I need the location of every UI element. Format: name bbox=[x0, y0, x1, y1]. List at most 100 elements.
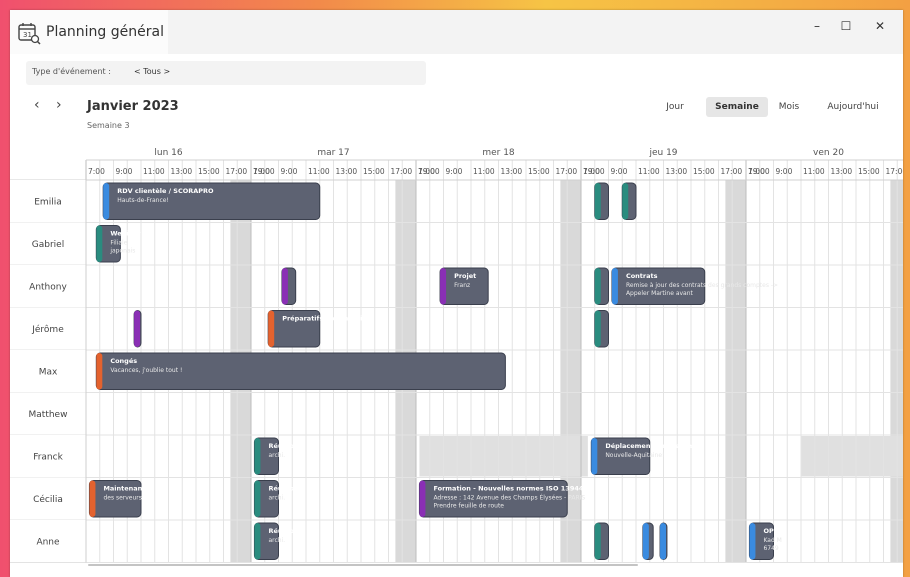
resource-label: Gabriel bbox=[32, 240, 64, 250]
hour-label: 7:00 bbox=[583, 167, 600, 176]
filter-label: Type d'événement : bbox=[32, 67, 111, 76]
hour-label: 7:00 bbox=[418, 167, 435, 176]
horizontal-scrollbar[interactable] bbox=[88, 564, 638, 566]
today-button[interactable]: Aujourd'hui bbox=[822, 97, 884, 117]
event-block[interactable] bbox=[621, 182, 637, 220]
event-block[interactable] bbox=[281, 267, 297, 305]
hour-label: 9:00 bbox=[776, 167, 793, 176]
event-title: RDV clientèle / SCORAPRO bbox=[117, 187, 214, 195]
resource-label: Anne bbox=[36, 537, 60, 547]
resource-label: Matthew bbox=[29, 410, 68, 420]
event-accent bbox=[611, 268, 618, 305]
hour-label: 11:00 bbox=[308, 167, 330, 176]
event-block[interactable]: Préparatifs Webmeeting bbox=[267, 310, 372, 348]
resource-label: Emilia bbox=[34, 197, 61, 207]
event-block[interactable]: Contrats Remise à jour des contrats des g… bbox=[611, 267, 778, 305]
event-accent bbox=[254, 480, 261, 517]
event-accent bbox=[622, 183, 629, 220]
event-accent bbox=[749, 523, 756, 560]
event-block[interactable]: Formation - Nouvelles normes ISO 13944Ad… bbox=[418, 480, 585, 518]
week-label: Semaine 3 bbox=[87, 121, 130, 130]
hour-label: 17:00 bbox=[391, 167, 413, 176]
window-tab[interactable]: 31 Planning général bbox=[10, 10, 168, 54]
event-block[interactable]: Congés Vacances, j'oublie tout ! bbox=[95, 352, 506, 390]
event-detail: Adresse : 142 Avenue des Champs Élysées … bbox=[433, 494, 585, 502]
event-detail: des serveurs bbox=[103, 495, 141, 502]
event-accent bbox=[96, 225, 103, 262]
off-hours-band bbox=[890, 180, 903, 563]
resource-label: Cécilia bbox=[33, 494, 63, 505]
view-month-button[interactable]: Mois bbox=[772, 97, 806, 117]
hour-label: 17:00 bbox=[556, 167, 578, 176]
window-title: Planning général bbox=[46, 24, 164, 40]
scheduler-canvas: lun 16 mar 17 mer 18 jeu 19 ven 20 7:00 9:00 11… bbox=[10, 148, 903, 563]
event-accent bbox=[134, 310, 141, 347]
hour-label: 9:00 bbox=[116, 167, 133, 176]
event-accent bbox=[642, 523, 649, 560]
app-window: 31 Planning général – ☐ ✕ Type d'événeme… bbox=[10, 10, 903, 577]
hour-label: 9:00 bbox=[281, 167, 298, 176]
event-accent bbox=[591, 438, 598, 475]
event-detail: archi. bbox=[268, 495, 285, 502]
next-week-button[interactable]: › bbox=[56, 97, 62, 113]
event-accent bbox=[594, 310, 601, 347]
event-block[interactable] bbox=[594, 522, 609, 560]
event-type-select[interactable]: < Tous > bbox=[130, 64, 174, 80]
hour-label: 15:00 bbox=[858, 167, 880, 176]
day-header-0: lun 16 bbox=[154, 148, 182, 158]
event-block[interactable]: RDV clientèle / SCORAPRO Hauts-de-France! bbox=[102, 182, 321, 220]
event-accent bbox=[96, 353, 103, 390]
calendar-search-icon: 31 bbox=[17, 21, 41, 49]
scheduler-grid: lun 16 mar 17 mer 18 jeu 19 ven 20 7:00 9:00 11… bbox=[10, 140, 903, 577]
event-detail: japonais bbox=[109, 248, 135, 255]
view-week-button[interactable]: Semaine bbox=[706, 97, 768, 117]
hour-label: 11:00 bbox=[143, 167, 165, 176]
hour-label: 13:00 bbox=[666, 167, 688, 176]
event-title: Webinar bbox=[110, 230, 141, 238]
hour-label: 15:00 bbox=[693, 167, 715, 176]
close-button[interactable]: ✕ bbox=[870, 16, 890, 36]
hour-label: 13:00 bbox=[831, 167, 853, 176]
event-title: Préparatifs Webmeeting bbox=[282, 315, 372, 323]
event-block[interactable]: Déplacement en clientèle Nouvelle-Aquitai… bbox=[590, 437, 699, 475]
day-header-4: ven 20 bbox=[813, 148, 844, 158]
event-detail: Nouvelle-Aquitaine! bbox=[605, 452, 664, 459]
event-detail: archi. bbox=[268, 537, 285, 544]
hour-label: 17:00 bbox=[721, 167, 743, 176]
hour-label: 9:00 bbox=[611, 167, 628, 176]
event-title: Contrats bbox=[626, 272, 658, 280]
event-title: Déplacement en clientèle bbox=[605, 442, 699, 450]
event-detail: Appeler Martine avant bbox=[626, 290, 694, 297]
day-header-2: mer 18 bbox=[482, 148, 515, 158]
event-detail: 6749 bbox=[763, 545, 778, 552]
event-block[interactable] bbox=[594, 267, 609, 305]
event-title: Congés bbox=[110, 357, 137, 365]
event-accent bbox=[594, 523, 601, 560]
previous-week-button[interactable]: ‹ bbox=[34, 97, 40, 113]
event-block[interactable] bbox=[642, 522, 654, 560]
event-block[interactable] bbox=[133, 310, 142, 348]
event-block[interactable] bbox=[594, 182, 609, 220]
title-bar: 31 Planning général – ☐ ✕ bbox=[10, 10, 903, 54]
day-header-3: jeu 19 bbox=[648, 148, 677, 158]
event-detail: Franz bbox=[454, 282, 470, 289]
event-accent bbox=[594, 183, 601, 220]
maximize-button[interactable]: ☐ bbox=[836, 16, 856, 36]
minimize-button[interactable]: – bbox=[807, 16, 827, 36]
event-block[interactable] bbox=[594, 310, 609, 348]
view-day-button[interactable]: Jour bbox=[658, 97, 692, 117]
hour-label: 7:00 bbox=[748, 167, 765, 176]
event-block[interactable]: Maintenance des serveurs bbox=[88, 480, 151, 518]
off-hours-band bbox=[725, 180, 746, 563]
hour-label: 11:00 bbox=[638, 167, 660, 176]
hour-label: 11:00 bbox=[803, 167, 825, 176]
event-title: Projet bbox=[454, 272, 476, 280]
event-block[interactable] bbox=[659, 522, 668, 560]
hour-label: 13:00 bbox=[501, 167, 523, 176]
event-block[interactable]: Projet Franz bbox=[439, 267, 489, 305]
svg-text:31: 31 bbox=[23, 31, 32, 39]
event-block[interactable]: OPC Kad M6749 bbox=[748, 522, 782, 560]
hour-label: 9:00 bbox=[446, 167, 463, 176]
event-block[interactable]: Webinar Filialejaponais bbox=[95, 225, 142, 263]
hour-label: 13:00 bbox=[336, 167, 358, 176]
